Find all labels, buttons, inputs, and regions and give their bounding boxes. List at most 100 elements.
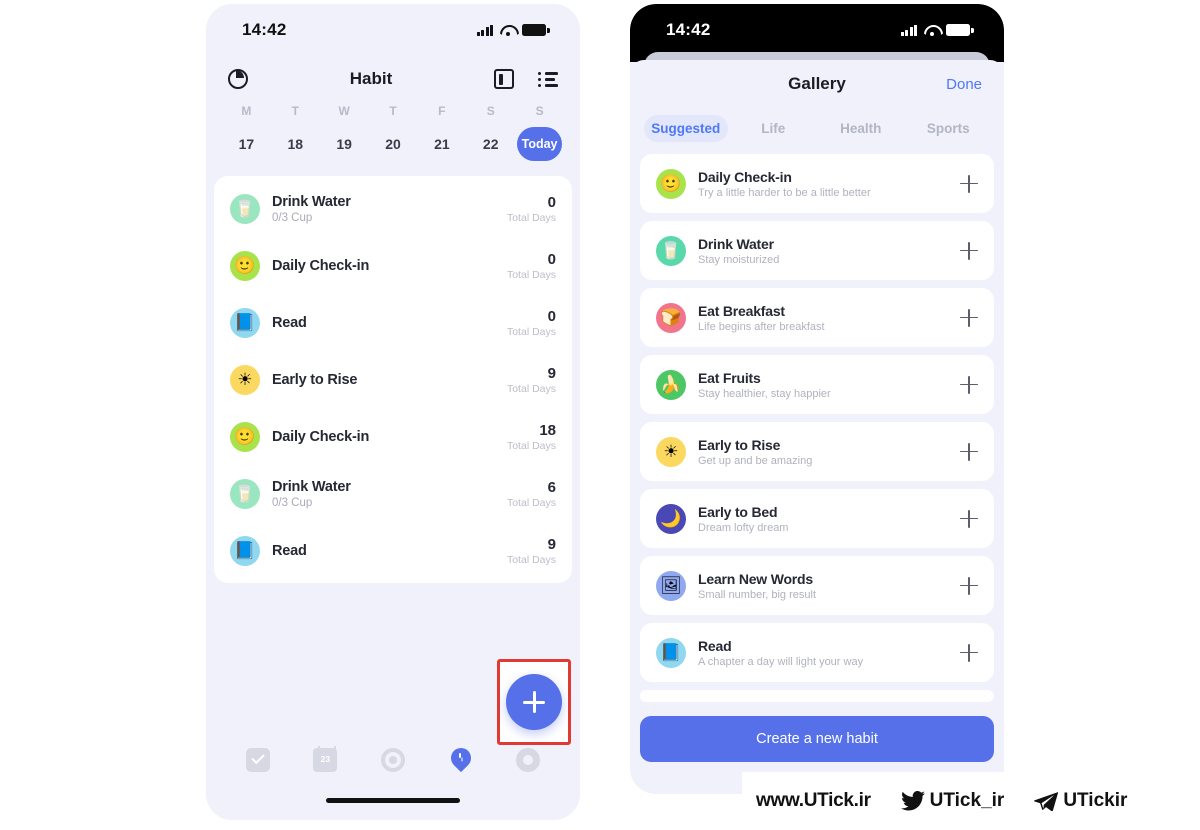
- plus-icon[interactable]: [960, 442, 978, 461]
- tab-life[interactable]: Life: [732, 115, 816, 142]
- list-item[interactable]: 🌙 Early to Bed Dream lofty dream: [640, 489, 994, 548]
- item-text: Learn New Words Small number, big result: [698, 571, 960, 601]
- signal-bars-icon: [476, 24, 493, 36]
- battery-icon: [946, 24, 974, 36]
- item-text: Early to Rise Get up and be amazing: [698, 437, 960, 467]
- list-view-icon[interactable]: [538, 71, 558, 88]
- pie-chart-icon[interactable]: [228, 69, 248, 89]
- habit-unit: Total Days: [506, 439, 556, 452]
- habit-name: Early to Rise: [272, 371, 358, 388]
- plus-icon[interactable]: [960, 174, 978, 193]
- twitter-bird-icon: [900, 791, 925, 811]
- plus-icon[interactable]: [960, 509, 978, 528]
- phone-right-gallery-screen: 14:42 Gallery Done Suggested Life Health…: [630, 4, 1004, 794]
- habit-sub: 0/3 Cup: [272, 211, 313, 224]
- status-bar: 14:42: [630, 4, 1004, 70]
- tab-sports[interactable]: Sports: [907, 115, 991, 142]
- phone-left-habit-screen: 14:42 Habit M T W T F S S 17 18 19 20 21…: [206, 4, 580, 820]
- plus-icon[interactable]: [960, 643, 978, 662]
- home-indicator: [326, 798, 460, 803]
- date-cell-19[interactable]: 19: [320, 136, 369, 152]
- habit-stat: 0 Total Days: [507, 308, 556, 338]
- item-name: Learn New Words: [698, 570, 813, 587]
- list-item[interactable]: 📘 Read A chapter a day will light your w…: [640, 623, 994, 682]
- habit-count: 9: [547, 364, 556, 382]
- table-row[interactable]: 🥛 Drink Water 0/3 Cup 0 Total Days: [214, 180, 572, 237]
- habit-unit: Total Days: [506, 211, 556, 224]
- item-text: Read A chapter a day will light your way: [698, 638, 960, 668]
- settings-tab-icon[interactable]: [516, 748, 541, 772]
- weekday-label: M: [241, 104, 252, 118]
- signal-bars-icon: [900, 24, 917, 36]
- page-title: Gallery: [788, 74, 846, 93]
- sheet-header: Gallery Done: [630, 60, 1004, 108]
- tab-health[interactable]: Health: [819, 115, 903, 142]
- habit-text: Early to Rise: [272, 372, 507, 388]
- telegram-plane-icon: [1034, 792, 1059, 811]
- item-name: Eat Fruits: [698, 369, 761, 386]
- timer-pin-tab-icon[interactable]: [451, 748, 471, 772]
- list-item[interactable]: 🍌 Eat Fruits Stay healthier, stay happie…: [640, 355, 994, 414]
- website-label: www.UTick.ir: [756, 790, 871, 811]
- wifi-icon: [924, 25, 939, 36]
- list-item-partial[interactable]: [640, 690, 994, 702]
- list-item[interactable]: 🍞 Eat Breakfast Life begins after breakf…: [640, 288, 994, 347]
- date-cell-17[interactable]: 17: [222, 136, 271, 152]
- habit-stat: 9 Total Days: [507, 365, 556, 395]
- item-sub: Life begins after breakfast: [698, 320, 825, 333]
- date-cell-18[interactable]: 18: [271, 136, 320, 152]
- list-item[interactable]: 🥛 Drink Water Stay moisturized: [640, 221, 994, 280]
- battery-icon: [522, 24, 550, 36]
- table-row[interactable]: ☀ Early to Rise 9 Total Days: [214, 351, 572, 408]
- item-sub: Stay moisturized: [698, 253, 780, 266]
- done-button[interactable]: Done: [946, 76, 982, 93]
- habit-text: Daily Check-in: [272, 258, 507, 274]
- website-watermark: www.UTick.ir: [756, 790, 871, 812]
- list-item[interactable]: ☀ Early to Rise Get up and be amazing: [640, 422, 994, 481]
- table-row[interactable]: 🙂 Daily Check-in 18 Total Days: [214, 408, 572, 465]
- calendar-tab-icon[interactable]: [313, 745, 338, 772]
- plus-icon[interactable]: [960, 241, 978, 260]
- item-sub: Small number, big result: [698, 588, 816, 601]
- book-icon: 📘: [230, 535, 260, 566]
- card-view-icon[interactable]: [494, 69, 514, 89]
- table-row[interactable]: 🥛 Drink Water 0/3 Cup 6 Total Days: [214, 465, 572, 522]
- item-name: Read: [698, 637, 732, 654]
- bottom-tab-bar: [206, 740, 580, 780]
- date-cell-22[interactable]: 22: [466, 136, 515, 152]
- weekday-labels: M T W T F S S: [206, 104, 580, 118]
- status-time: 14:42: [242, 20, 287, 39]
- fab-highlight-box: [497, 659, 571, 745]
- plus-icon[interactable]: [960, 375, 978, 394]
- item-text: Eat Fruits Stay healthier, stay happier: [698, 370, 960, 400]
- item-text: Eat Breakfast Life begins after breakfas…: [698, 303, 960, 333]
- plus-icon: [523, 691, 545, 713]
- table-row[interactable]: 📘 Read 9 Total Days: [214, 522, 572, 579]
- create-new-habit-button[interactable]: Create a new habit: [640, 716, 994, 762]
- add-habit-button[interactable]: [506, 674, 562, 730]
- checkbox-tab-icon[interactable]: [245, 748, 270, 772]
- week-dates: 17 18 19 20 21 22 Today: [206, 126, 580, 162]
- date-cell-21[interactable]: 21: [417, 136, 466, 152]
- table-row[interactable]: 📘 Read 0 Total Days: [214, 294, 572, 351]
- weekday-label: S: [535, 104, 544, 118]
- plus-icon[interactable]: [960, 576, 978, 595]
- habit-stat: 0 Total Days: [507, 251, 556, 281]
- moon-zzz-icon: 🌙: [656, 503, 686, 534]
- sun-icon: ☀: [656, 436, 686, 467]
- list-item[interactable]: 🖼 Learn New Words Small number, big resu…: [640, 556, 994, 615]
- twitter-handle: UTick_ir: [929, 790, 1005, 811]
- table-row[interactable]: 🙂 Daily Check-in 0 Total Days: [214, 237, 572, 294]
- weekday-label: T: [389, 104, 397, 118]
- plus-icon[interactable]: [960, 308, 978, 327]
- weekday-label: F: [438, 104, 446, 118]
- item-name: Daily Check-in: [698, 168, 792, 185]
- item-name: Eat Breakfast: [698, 302, 785, 319]
- today-pill[interactable]: Today: [517, 127, 562, 161]
- smiley-icon: 🙂: [230, 421, 260, 452]
- date-cell-20[interactable]: 20: [369, 136, 418, 152]
- target-tab-icon[interactable]: [380, 748, 405, 772]
- list-item[interactable]: 🙂 Daily Check-in Try a little harder to …: [640, 154, 994, 213]
- tab-suggested[interactable]: Suggested: [644, 114, 728, 142]
- habit-name: Drink Water: [272, 478, 351, 495]
